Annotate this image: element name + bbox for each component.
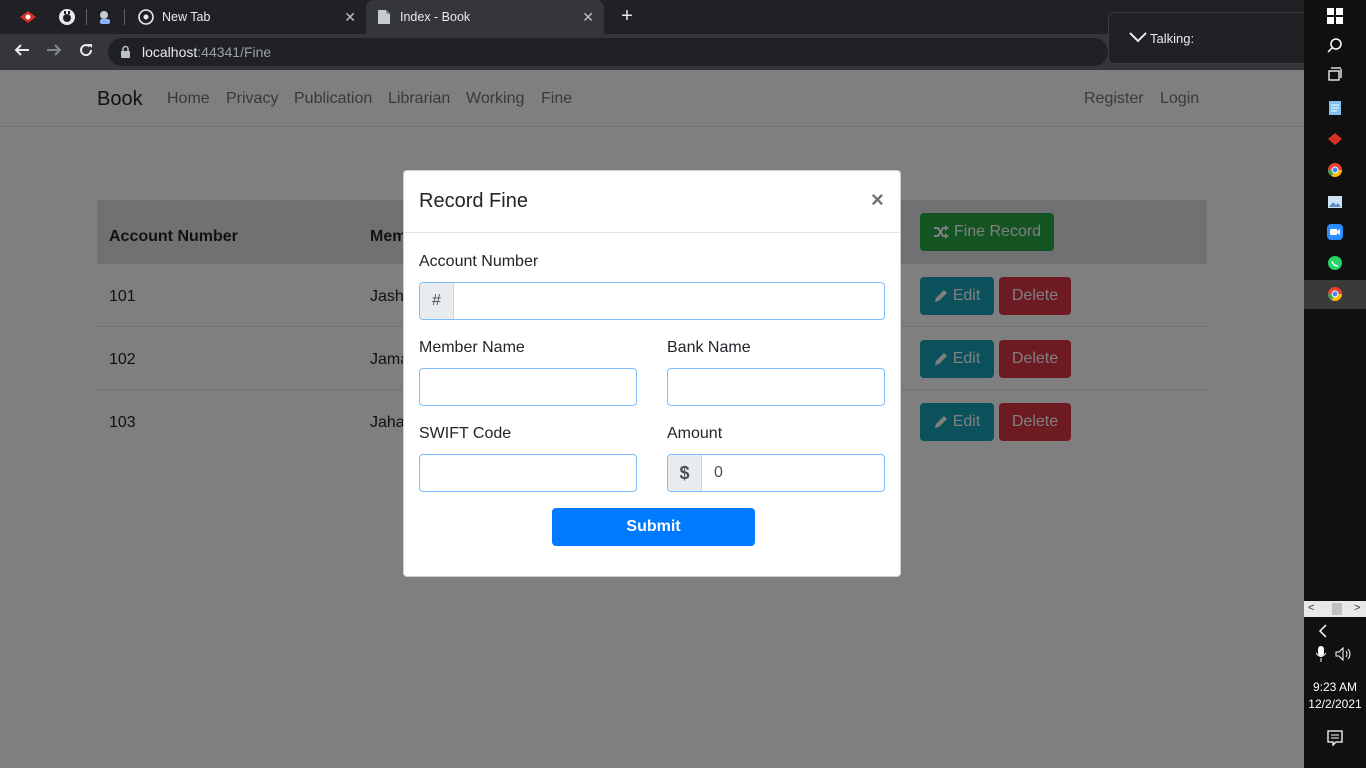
submit-button[interactable]: Submit [552,508,755,546]
tab-new-tab[interactable]: New Tab ✕ [128,0,366,34]
chrome-icon[interactable] [1326,161,1344,179]
chrome-icon [138,9,154,25]
web-page: Book Home Privacy Publication Librarian … [0,70,1304,768]
chrome-icon[interactable] [1326,285,1344,303]
forward-arrow-icon[interactable] [43,41,65,63]
close-tab-icon[interactable]: ✕ [582,9,594,26]
chevron-left-icon[interactable] [1314,622,1332,640]
reload-icon[interactable] [75,41,97,63]
back-arrow-icon[interactable] [11,41,33,63]
new-tab-plus-icon[interactable]: + [616,5,638,27]
close-tab-icon[interactable]: ✕ [344,9,356,26]
dollar-sign-addon: $ [668,455,702,491]
swift-code-label: SWIFT Code [419,425,512,442]
modal-header: Record Fine × [404,171,900,233]
whatsapp-icon[interactable] [1326,254,1344,272]
microphone-icon[interactable] [1312,645,1330,663]
task-view-icon[interactable] [1326,66,1344,84]
document-icon [376,9,392,25]
taskbar-clock-time[interactable]: 9:23 AM [1304,680,1366,694]
swift-code-input[interactable] [419,454,637,492]
talking-overlay[interactable]: Talking: [1108,12,1308,64]
pinned-tab-app-icon[interactable] [17,6,39,28]
member-name-input[interactable] [419,368,637,406]
address-bar[interactable]: localhost:44341/Fine [108,38,1108,66]
app-icon[interactable] [1326,130,1344,148]
bank-name-input[interactable] [667,368,885,406]
photos-icon[interactable] [1326,193,1344,211]
tab-separator [124,9,125,25]
account-number-input[interactable]: # [419,282,885,320]
zoom-icon[interactable] [1326,223,1344,241]
taskbar-clock-date[interactable]: 12/2/2021 [1304,697,1366,711]
pinned-tab-extension-icon[interactable] [94,6,116,28]
url-text: localhost:44341/Fine [142,44,271,60]
talking-label: Talking: [1150,31,1195,46]
close-icon[interactable]: × [871,187,884,213]
url-path: :44341/Fine [197,44,272,60]
hash-addon: # [420,283,454,319]
scrollbar-thumb[interactable] [1332,603,1342,615]
member-name-label: Member Name [419,339,525,356]
speaker-icon[interactable] [1335,645,1353,663]
tab-separator [86,9,87,25]
url-host: localhost [142,44,198,60]
tab-index-book[interactable]: Index - Book ✕ [366,0,604,34]
chevron-left-icon[interactable]: < [1308,602,1314,614]
modal-title: Record Fine [419,190,528,212]
chevron-down-icon[interactable] [1129,31,1147,46]
windows-taskbar: < > 9:23 AM 12/2/2021 [1304,0,1366,768]
notepad-icon[interactable] [1326,99,1344,117]
windows-start-icon[interactable] [1326,7,1344,25]
account-number-label: Account Number [419,253,539,270]
pinned-tab-github-icon[interactable] [56,6,78,28]
amount-label: Amount [667,425,723,442]
tab-label: New Tab [162,10,211,24]
search-icon[interactable] [1326,36,1344,54]
amount-input[interactable]: $ 0 [667,454,885,492]
lock-icon [120,45,131,63]
record-fine-modal: Record Fine × Account Number # Member Na… [403,170,901,577]
taskbar-scrollbar[interactable]: < > [1304,601,1366,617]
notification-center-icon[interactable] [1326,729,1344,747]
amount-value: 0 [714,464,723,481]
bank-name-label: Bank Name [667,339,751,356]
chevron-right-icon[interactable]: > [1354,602,1360,614]
tab-label: Index - Book [400,10,471,24]
